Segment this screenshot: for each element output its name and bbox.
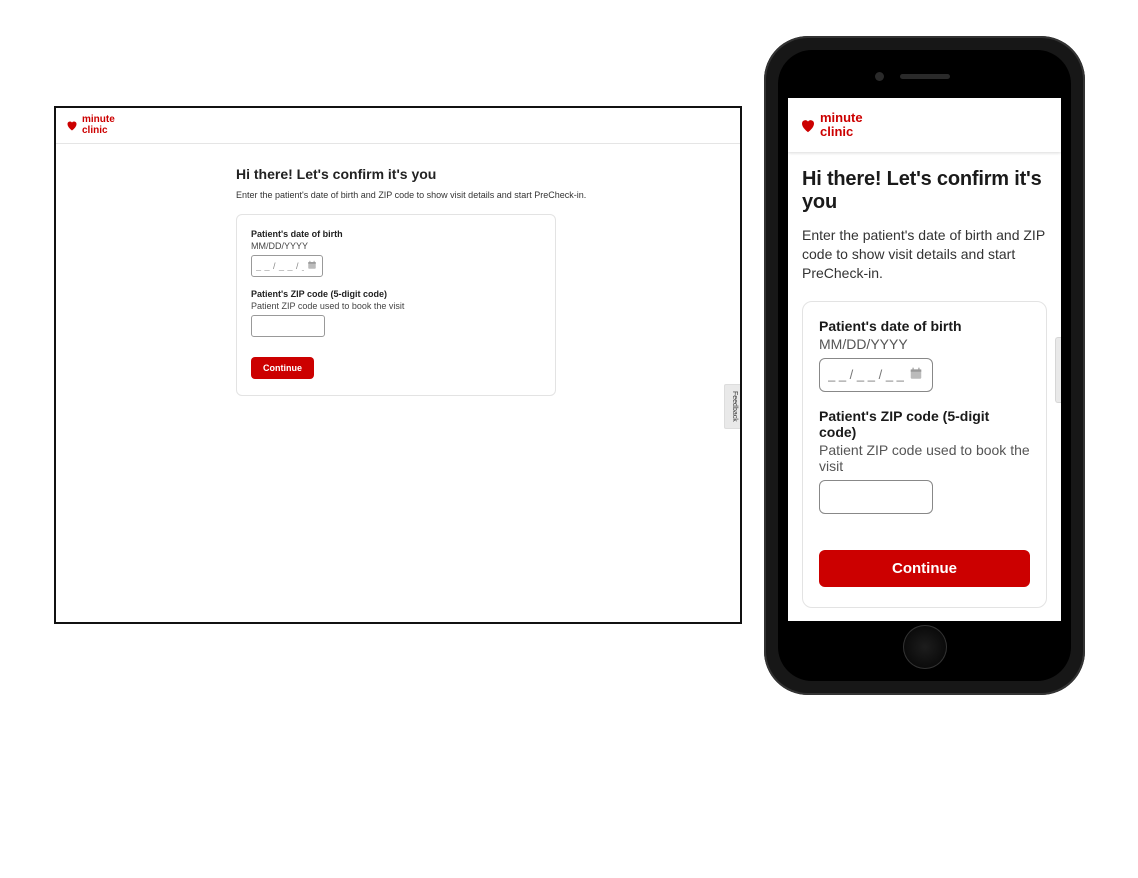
page-title: Hi there! Let's confirm it's you: [236, 166, 740, 182]
heart-icon: [800, 118, 816, 133]
zip-field-group: Patient's ZIP code (5-digit code) Patien…: [819, 408, 1030, 514]
zip-hint: Patient ZIP code used to book the visit: [819, 442, 1030, 474]
verify-form-card: Patient's date of birth MM/DD/YYYY Patie…: [802, 301, 1047, 608]
continue-button[interactable]: Continue: [819, 550, 1030, 587]
site-header: minuteclinic: [56, 108, 740, 144]
phone-home-button-icon: [903, 625, 947, 669]
desktop-browser-frame: minuteclinic Hi there! Let's confirm it'…: [54, 106, 742, 624]
dob-label: Patient's date of birth: [819, 318, 1030, 334]
phone-screen: minuteclinic Hi there! Let's confirm it'…: [788, 98, 1061, 621]
dob-input[interactable]: [251, 255, 323, 277]
continue-button[interactable]: Continue: [251, 357, 314, 379]
dob-input[interactable]: [819, 358, 933, 392]
brand-logo: minuteclinic: [800, 111, 863, 138]
phone-speaker-icon: [900, 74, 950, 79]
page-body: Hi there! Let's confirm it's you Enter t…: [788, 152, 1061, 621]
dob-hint: MM/DD/YYYY: [819, 336, 1030, 352]
dob-field-group: Patient's date of birth MM/DD/YYYY: [251, 229, 541, 277]
feedback-tab[interactable]: Feedback: [724, 384, 740, 429]
zip-hint: Patient ZIP code used to book the visit: [251, 301, 541, 311]
site-header: minuteclinic: [788, 98, 1061, 152]
brand-logo: minuteclinic: [66, 115, 115, 136]
phone-bezel: minuteclinic Hi there! Let's confirm it'…: [778, 50, 1071, 681]
zip-label: Patient's ZIP code (5-digit code): [251, 289, 541, 299]
feedback-tab[interactable]: Feedback: [1055, 337, 1061, 403]
brand-name: minuteclinic: [82, 115, 115, 136]
zip-label: Patient's ZIP code (5-digit code): [819, 408, 1030, 440]
heart-icon: [66, 120, 78, 131]
brand-name: minuteclinic: [820, 111, 863, 138]
phone-camera-icon: [875, 72, 884, 81]
page-subtitle: Enter the patient's date of birth and ZI…: [236, 190, 740, 200]
zip-input[interactable]: [251, 315, 325, 337]
dob-hint: MM/DD/YYYY: [251, 241, 541, 251]
page-body: Hi there! Let's confirm it's you Enter t…: [56, 144, 740, 622]
zip-input[interactable]: [819, 480, 933, 514]
dob-label: Patient's date of birth: [251, 229, 541, 239]
phone-device-frame: minuteclinic Hi there! Let's confirm it'…: [764, 36, 1085, 695]
page-title: Hi there! Let's confirm it's you: [802, 168, 1047, 214]
page-subtitle: Enter the patient's date of birth and ZI…: [802, 226, 1047, 283]
verify-form-card: Patient's date of birth MM/DD/YYYY Patie…: [236, 214, 556, 396]
dob-field-group: Patient's date of birth MM/DD/YYYY: [819, 318, 1030, 392]
zip-field-group: Patient's ZIP code (5-digit code) Patien…: [251, 289, 541, 337]
